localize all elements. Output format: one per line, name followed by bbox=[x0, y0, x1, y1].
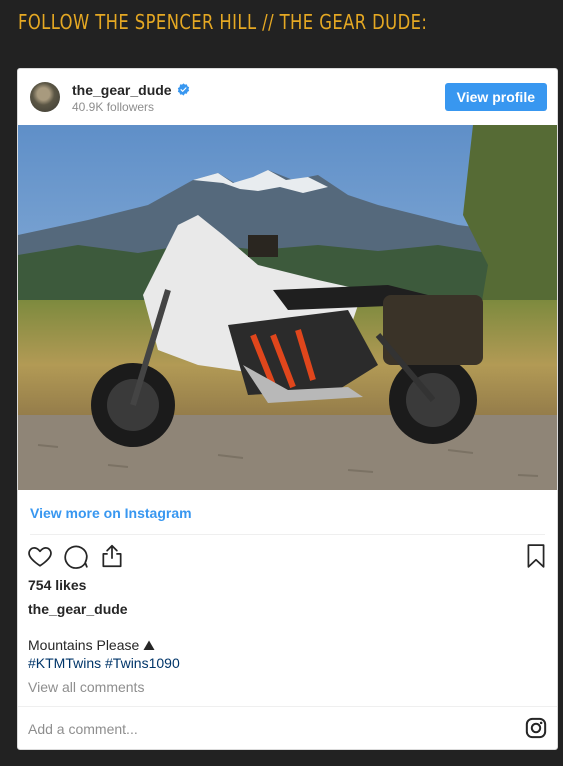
add-comment-input[interactable]: Add a comment... bbox=[28, 721, 138, 737]
likes-count[interactable]: 754 likes bbox=[28, 577, 86, 593]
avatar[interactable] bbox=[30, 82, 60, 112]
bookmark-icon[interactable] bbox=[523, 543, 549, 569]
comment-icon[interactable] bbox=[63, 543, 89, 569]
profile-username[interactable]: the_gear_dude bbox=[72, 82, 172, 98]
view-all-comments-link[interactable]: View all comments bbox=[28, 679, 144, 695]
post-photo[interactable] bbox=[18, 125, 558, 490]
instagram-embed-card: the_gear_dude 40.9K followers View profi… bbox=[17, 68, 558, 750]
caption-text: Mountains Please ⛰ bbox=[28, 637, 155, 653]
section-heading: FOLLOW THE SPENCER HILL // THE GEAR DUDE… bbox=[18, 10, 428, 34]
divider bbox=[18, 706, 557, 707]
caption-hashtags[interactable]: #KTMTwins #Twins1090 bbox=[28, 655, 180, 671]
view-more-on-instagram-link[interactable]: View more on Instagram bbox=[30, 505, 192, 521]
caption-username[interactable]: the_gear_dude bbox=[28, 601, 128, 617]
follower-count: 40.9K followers bbox=[72, 100, 155, 114]
share-icon[interactable] bbox=[99, 543, 125, 569]
verified-badge-icon bbox=[177, 83, 189, 96]
divider bbox=[30, 534, 545, 535]
view-profile-button[interactable]: View profile bbox=[444, 83, 547, 111]
instagram-icon[interactable] bbox=[525, 717, 547, 739]
heart-icon[interactable] bbox=[27, 543, 53, 569]
post-header: the_gear_dude 40.9K followers View profi… bbox=[18, 69, 557, 125]
